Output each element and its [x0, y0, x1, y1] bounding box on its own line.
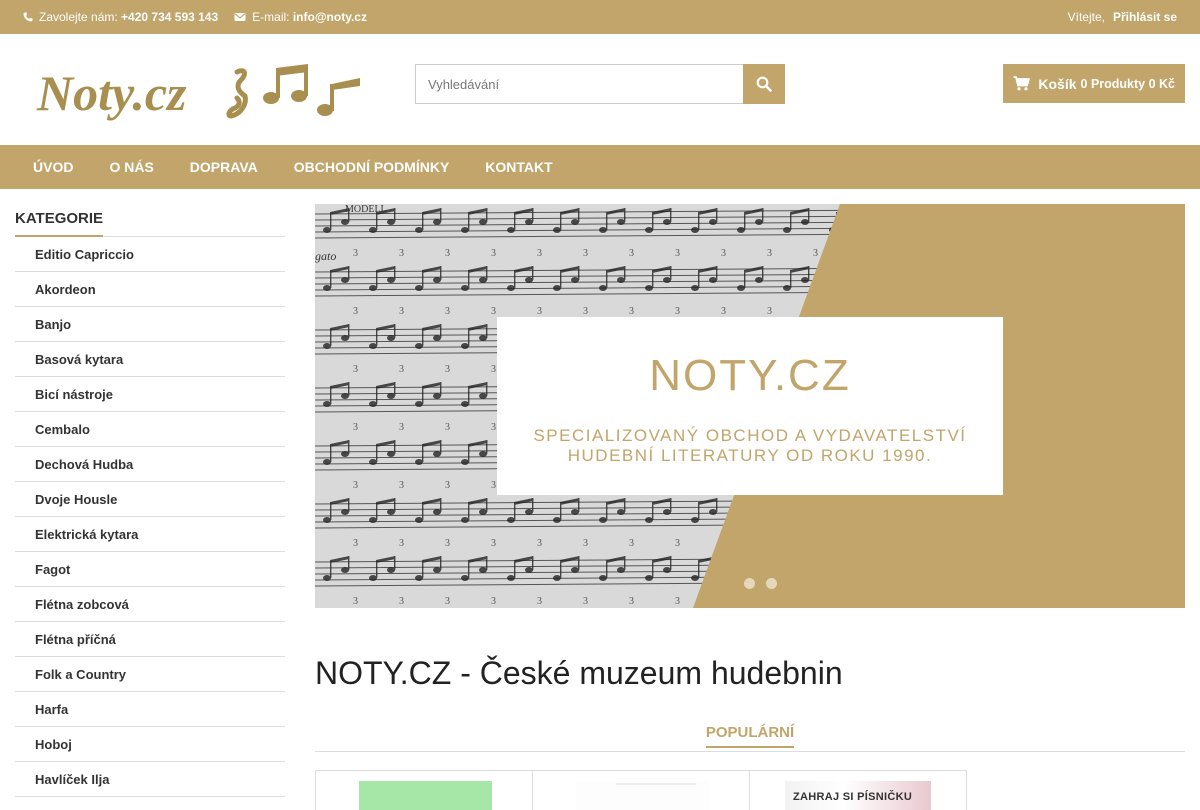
- cart-label: Košík: [1038, 75, 1077, 92]
- cart-icon: [1013, 76, 1031, 91]
- banner-text-box: [497, 317, 1003, 495]
- category-item[interactable]: Basová kytara: [15, 342, 285, 377]
- category-item[interactable]: Editio Capriccio: [15, 237, 285, 272]
- category-item[interactable]: Banjo: [15, 307, 285, 342]
- search-bar: [415, 64, 785, 104]
- category-item[interactable]: Fagot: [15, 552, 285, 587]
- product-card[interactable]: [532, 770, 750, 810]
- page-title: NOTY.CZ - České muzeum hudebnin: [315, 655, 843, 691]
- category-item[interactable]: Bicí nástroje: [15, 377, 285, 412]
- category-sidebar: Kategorie Editio Capriccio Akordeon Banj…: [15, 203, 285, 797]
- main-nav: ÚVOD O NÁS DOPRAVA OBCHODNÍ PODMÍNKY KON…: [0, 145, 1200, 189]
- product-card[interactable]: [315, 770, 533, 810]
- nav-item-contact[interactable]: KONTAKT: [467, 145, 570, 189]
- category-item[interactable]: Elektrická kytara: [15, 517, 285, 552]
- product-image: ZAHRAJ SI PÍSNIČKU: [785, 781, 931, 810]
- product-title: ZAHRAJ SI PÍSNIČKU: [793, 791, 913, 803]
- top-bar: Zavolejte nám: +420 734 593 143 E-mail: …: [0, 0, 1200, 34]
- category-item[interactable]: Dvoje Housle: [15, 482, 285, 517]
- category-item[interactable]: Dechová Hudba: [15, 447, 285, 482]
- phone-label: Zavolejte nám:: [39, 10, 118, 24]
- carousel-dot-1[interactable]: [744, 578, 755, 589]
- logo-text: Noty.cz: [36, 65, 187, 121]
- banner-line-1: SPECIALIZOVANÝ OBCHOD A VYDAVATELSTVÍ: [533, 426, 966, 445]
- category-item[interactable]: Flétna příčná: [15, 622, 285, 657]
- search-input[interactable]: [415, 64, 743, 104]
- phone-info: Zavolejte nám: +420 734 593 143: [23, 10, 218, 24]
- email-label: E-mail:: [252, 10, 290, 24]
- tab-popular[interactable]: Populární: [705, 724, 795, 748]
- category-item[interactable]: Folk a Country: [15, 657, 285, 692]
- banner-brand: NOTY.CZ: [649, 351, 850, 400]
- email-info: E-mail: info@noty.cz: [234, 10, 367, 24]
- tempo-mark: gato: [315, 249, 336, 263]
- category-item[interactable]: Flétna zobcová: [15, 587, 285, 622]
- carousel-dots: [744, 578, 788, 589]
- product-grid: ZAHRAJ SI PÍSNIČKU: [315, 770, 967, 810]
- phone-icon: [23, 12, 33, 22]
- banner-line-2: HUDEBNÍ LITERATURY OD ROKU 1990.: [568, 446, 932, 465]
- nav-item-terms[interactable]: OBCHODNÍ PODMÍNKY: [276, 145, 468, 189]
- email-link[interactable]: info@noty.cz: [293, 10, 367, 24]
- cart-summary: 0 Produkty 0 Kč: [1080, 76, 1175, 91]
- category-item[interactable]: Hoboj: [15, 727, 285, 762]
- nav-item-about[interactable]: O NÁS: [91, 145, 171, 189]
- score-mark: MODELL: [345, 204, 387, 215]
- hero-banner[interactable]: 3 MODELL gato NOTY.CZ SPECIALIZOVANÝ OBC…: [315, 204, 1185, 608]
- cart-button[interactable]: Košík 0 Produkty 0 Kč: [1003, 64, 1185, 103]
- product-image: [576, 781, 715, 810]
- category-item[interactable]: Havlíček Ilja: [15, 762, 285, 797]
- account-area: Vítejte, Přihlásit se: [1068, 0, 1177, 34]
- search-icon: [756, 76, 772, 92]
- category-item[interactable]: Akordeon: [15, 272, 285, 307]
- product-card[interactable]: ZAHRAJ SI PÍSNIČKU: [749, 770, 967, 810]
- banner-image: 3 MODELL gato NOTY.CZ SPECIALIZOVANÝ OBC…: [315, 204, 1185, 608]
- phone-number[interactable]: +420 734 593 143: [121, 10, 218, 24]
- search-button[interactable]: [743, 64, 785, 104]
- product-tabs: Populární: [315, 724, 1185, 752]
- header: Noty.cz Košík 0 Produkty 0 Kč: [0, 34, 1200, 145]
- welcome-text: Vítejte,: [1067, 10, 1105, 24]
- site-logo[interactable]: Noty.cz: [35, 58, 365, 128]
- nav-item-shipping[interactable]: DOPRAVA: [172, 145, 276, 189]
- category-item[interactable]: Cembalo: [15, 412, 285, 447]
- login-link[interactable]: Přihlásit se: [1113, 10, 1177, 24]
- nav-item-home[interactable]: ÚVOD: [15, 145, 91, 189]
- envelope-icon: [234, 13, 246, 21]
- category-item[interactable]: Harfa: [15, 692, 285, 727]
- product-image: [359, 781, 492, 810]
- sidebar-title: Kategorie: [15, 203, 104, 237]
- carousel-dot-2[interactable]: [766, 578, 777, 589]
